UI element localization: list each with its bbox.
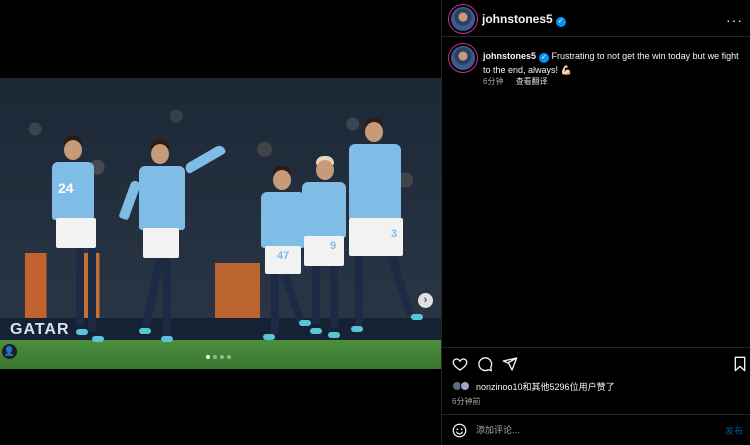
- caption-text: johnstones5 ✓ Frustrating to not get the …: [483, 49, 743, 77]
- likes-text: nonzinoo10和其他5296位用户赞了: [476, 382, 615, 392]
- post-comment-button[interactable]: 发布: [725, 424, 743, 437]
- action-bar: [442, 347, 750, 381]
- player: 3: [345, 118, 430, 353]
- post-time: 6分钟前: [452, 397, 481, 406]
- media-viewer: GATAR 24 47 9 3 › 👤: [0, 0, 441, 445]
- avatar[interactable]: [451, 7, 475, 31]
- carousel-dot: [220, 355, 224, 359]
- carousel-indicator: [206, 355, 231, 359]
- verified-badge-icon: ✓: [555, 17, 566, 27]
- verified-badge-icon: ✓: [539, 53, 550, 63]
- carousel-dot: [213, 355, 217, 359]
- next-image-button[interactable]: ›: [418, 293, 433, 308]
- comment-bar: 发布: [442, 414, 750, 445]
- chevron-right-icon: ›: [423, 294, 428, 306]
- user-icon: 👤: [3, 346, 16, 356]
- bookmark-icon[interactable]: [732, 356, 748, 372]
- jersey-number: 3: [391, 228, 398, 240]
- caption-time: 6分钟: [483, 77, 504, 86]
- post-sidebar: johnstones5 ✓ ··· johnstones5 ✓ Frustratin…: [441, 0, 750, 445]
- caption-meta: 6分钟 查看翻译: [483, 76, 558, 87]
- avatar[interactable]: [451, 46, 475, 70]
- liker-avatars: [452, 381, 472, 391]
- see-translation-link[interactable]: 查看翻译: [516, 77, 548, 86]
- emoji-icon[interactable]: [452, 423, 467, 438]
- jersey-number: 9: [330, 240, 337, 252]
- jersey-number: 24: [58, 180, 74, 196]
- comment-input[interactable]: [476, 422, 696, 438]
- likes-summary[interactable]: nonzinoo10和其他5296位用户赞了: [452, 380, 615, 393]
- post-photo: GATAR 24 47 9 3 ›: [0, 78, 441, 369]
- player: [118, 140, 235, 350]
- jersey-number: 47: [277, 250, 290, 262]
- carousel-dot: [227, 355, 231, 359]
- header-username[interactable]: johnstones5 ✓: [482, 12, 566, 27]
- post-header: johnstones5 ✓ ···: [442, 0, 750, 37]
- tagged-users-button[interactable]: 👤: [2, 344, 17, 359]
- heart-icon[interactable]: [452, 356, 468, 372]
- more-options-button[interactable]: ···: [726, 12, 743, 28]
- player: 24: [46, 136, 106, 351]
- send-icon[interactable]: [502, 356, 518, 372]
- carousel-dot: [206, 355, 210, 359]
- comment-icon[interactable]: [477, 356, 493, 372]
- caption-username[interactable]: johnstones5: [483, 51, 536, 61]
